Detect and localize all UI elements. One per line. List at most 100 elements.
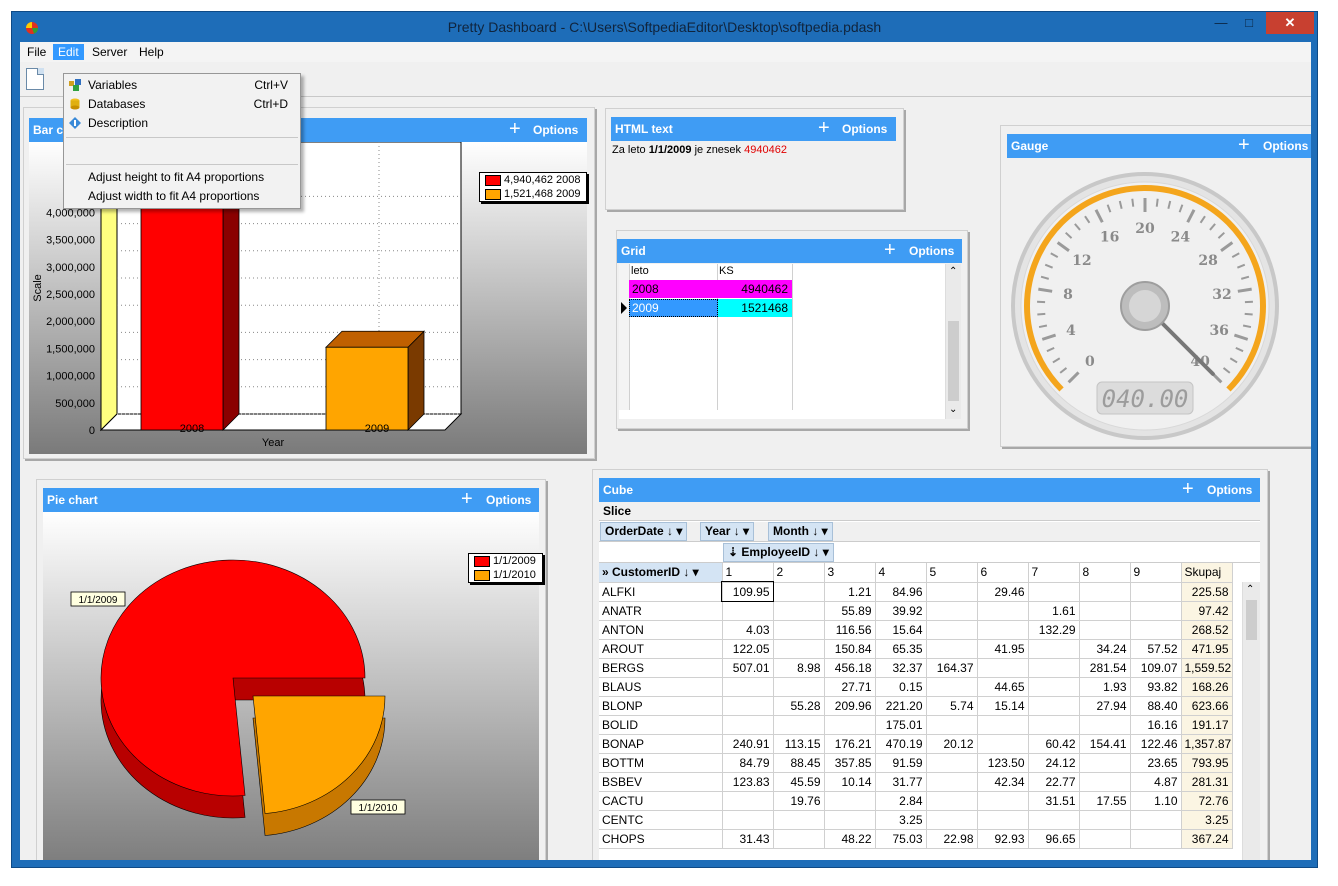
cube-cell[interactable]: 19.76 [773,791,825,811]
cube-cell[interactable] [773,677,825,697]
cube-cell[interactable] [926,620,978,640]
cube-cell[interactable] [1079,829,1131,849]
cube-cell[interactable]: 456.18 [824,658,876,678]
options-button[interactable]: Options [1263,139,1308,153]
cube-cell[interactable]: 4.87 [1130,772,1182,792]
cube-cell[interactable]: 84.79 [722,753,774,773]
cube-cell[interactable]: 27.71 [824,677,876,697]
cube-cell[interactable] [926,772,978,792]
cube-cell[interactable]: 93.82 [1130,677,1182,697]
cube-cell[interactable]: 168.26 [1181,677,1233,697]
add-icon[interactable]: + [461,489,473,509]
cube-cell[interactable]: 281.31 [1181,772,1233,792]
cube-cell[interactable] [773,601,825,621]
filter-year[interactable]: Year ↓ ▾ [700,522,755,541]
cube-cell[interactable] [773,582,825,602]
options-button[interactable]: Options [842,122,887,136]
cube-cell[interactable]: 1.21 [824,582,876,602]
cube-cell[interactable] [977,658,1029,678]
cube-cell[interactable] [722,677,774,697]
cube-cell[interactable]: 55.28 [773,696,825,716]
cube-cell[interactable]: 42.34 [977,772,1029,792]
cube-cell[interactable]: 5.74 [926,696,978,716]
cube-cell[interactable] [926,791,978,811]
cube-cell[interactable]: 65.35 [875,639,927,659]
add-icon[interactable]: + [1238,135,1250,155]
cube-cell[interactable] [1079,601,1131,621]
cube-cell[interactable]: 123.50 [977,753,1029,773]
cube-cell[interactable]: 22.77 [1028,772,1080,792]
cube-cell[interactable]: 34.24 [1079,639,1131,659]
options-button[interactable]: Options [533,123,578,137]
cube-cell[interactable] [1130,829,1182,849]
add-icon[interactable]: + [818,118,830,138]
cube-cell[interactable] [773,810,825,830]
cube-cell[interactable]: 15.64 [875,620,927,640]
cube-cell[interactable] [1028,810,1080,830]
options-button[interactable]: Options [486,493,531,507]
menu-item-databases[interactable]: Databases Ctrl+D [64,95,300,114]
cube-cell[interactable] [1028,639,1080,659]
cube-cell[interactable]: 471.95 [1181,639,1233,659]
filter-orderdate[interactable]: OrderDate ↓ ▾ [600,522,688,541]
cube-cell[interactable]: 91.59 [875,753,927,773]
cube-cell[interactable]: 45.59 [773,772,825,792]
cube-cell[interactable]: 24.12 [1028,753,1080,773]
scroll-up-icon[interactable]: ⌃ [949,266,957,277]
cube-cell[interactable] [1028,677,1080,697]
cube-cell[interactable] [1079,810,1131,830]
cube-cell[interactable]: 27.94 [1079,696,1131,716]
cube-cell[interactable]: 17.55 [1079,791,1131,811]
cube-cell[interactable]: 164.37 [926,658,978,678]
cube-cell[interactable] [977,601,1029,621]
cube-cell[interactable]: 123.83 [722,772,774,792]
cube-cell[interactable] [773,829,825,849]
cube-cell[interactable]: 84.96 [875,582,927,602]
cube-cell[interactable]: 97.42 [1181,601,1233,621]
add-icon[interactable]: + [1182,479,1194,499]
cube-cell[interactable] [1079,772,1131,792]
cube-cell[interactable]: 150.84 [824,639,876,659]
cube-cell[interactable] [722,810,774,830]
cube-cell[interactable] [977,791,1029,811]
cube-cell[interactable]: 55.89 [824,601,876,621]
cube-cell[interactable]: 2.84 [875,791,927,811]
cube-cell[interactable] [773,715,825,735]
cube-cell[interactable] [1028,715,1080,735]
options-button[interactable]: Options [909,244,954,258]
cube-cell[interactable] [722,601,774,621]
cube-cell[interactable]: 31.51 [1028,791,1080,811]
cube-cell[interactable] [722,715,774,735]
cube-cell[interactable]: 31.43 [722,829,774,849]
cube-cell[interactable]: 48.22 [824,829,876,849]
cube-cell[interactable]: 113.15 [773,734,825,754]
cube-cell[interactable] [926,753,978,773]
cube-cell[interactable]: 221.20 [875,696,927,716]
cube-cell[interactable]: 41.95 [977,639,1029,659]
cube-cell[interactable]: 15.14 [977,696,1029,716]
cube-cell[interactable] [977,734,1029,754]
cube-cell[interactable] [1130,620,1182,640]
cube-cell[interactable]: 116.56 [824,620,876,640]
cube-cell[interactable]: 60.42 [1028,734,1080,754]
cube-cell[interactable]: 29.46 [977,582,1029,602]
minimize-button[interactable]: — [1208,12,1234,34]
cube-cell[interactable]: 3.25 [1181,810,1233,830]
cube-cell[interactable]: 109.95 [721,581,774,602]
cube-cell[interactable]: 88.45 [773,753,825,773]
cube-cell[interactable]: 268.52 [1181,620,1233,640]
scroll-down-icon[interactable]: ⌄ [949,404,957,415]
cube-cell[interactable]: 3.25 [875,810,927,830]
cube-cell[interactable] [773,620,825,640]
cube-cell[interactable] [1079,582,1131,602]
cube-cell[interactable]: 122.46 [1130,734,1182,754]
cube-cell[interactable]: 1.10 [1130,791,1182,811]
cube-cell[interactable] [977,715,1029,735]
cube-cell[interactable]: 109.07 [1130,658,1182,678]
cube-cell[interactable]: 44.65 [977,677,1029,697]
cube-cell[interactable] [1079,620,1131,640]
cube-cell[interactable]: 176.21 [824,734,876,754]
cube-cell[interactable] [926,810,978,830]
cube-cell[interactable]: 623.66 [1181,696,1233,716]
add-icon[interactable]: + [509,119,521,139]
